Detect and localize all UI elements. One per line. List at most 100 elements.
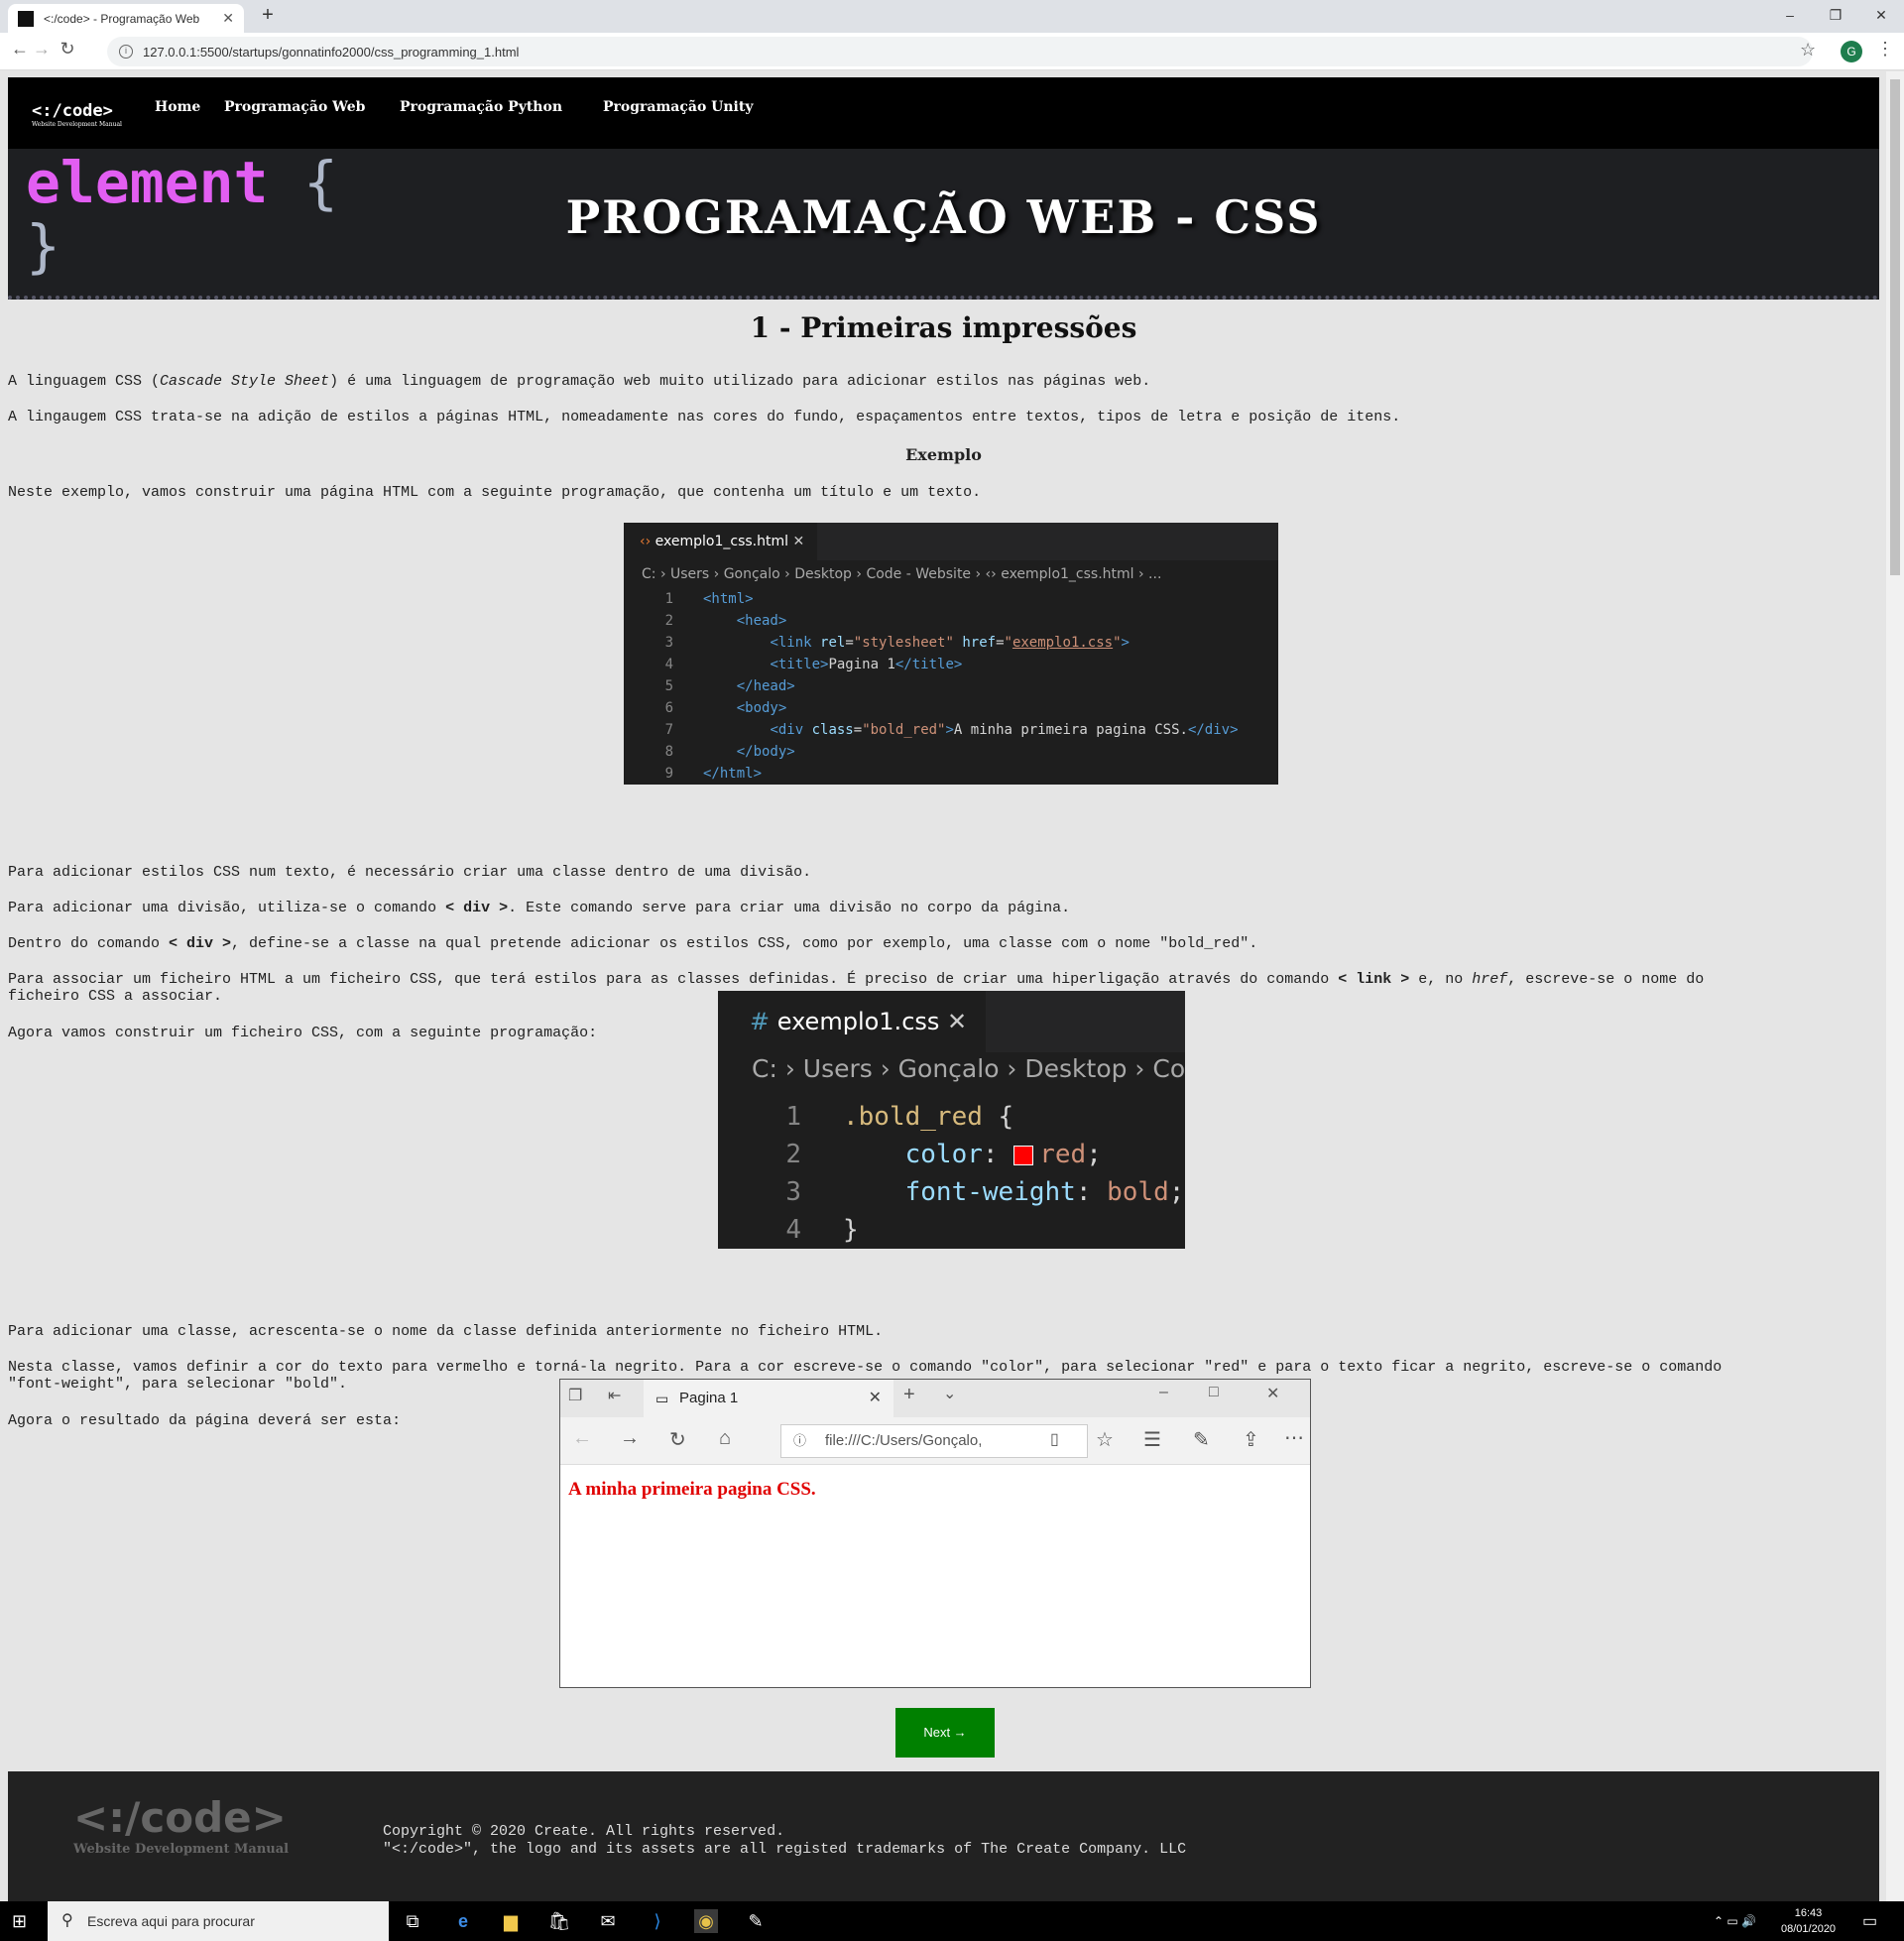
paragraph-1: A linguagem CSS (Cascade Style Sheet) é … bbox=[8, 373, 1151, 390]
next-button[interactable]: Next → bbox=[895, 1708, 995, 1758]
paragraph-5: Para adicionar uma divisão, utiliza-se o… bbox=[8, 900, 1071, 916]
paragraph-4: Para adicionar estilos CSS num texto, é … bbox=[8, 864, 812, 881]
search-placeholder: Escreva aqui para procurar bbox=[87, 1913, 255, 1929]
edge-tabstrip: ❐ ⇤ ▭ Pagina 1 ✕ + ⌄ – □ ✕ bbox=[560, 1380, 1310, 1417]
scrollbar-thumb[interactable] bbox=[1890, 79, 1900, 575]
edge-minimize-icon: – bbox=[1159, 1384, 1168, 1400]
edge-address-bar: ⓘ file:///C:/Users/Gonçalo, bbox=[780, 1424, 1088, 1458]
edge-share-icon: ⇪ bbox=[1243, 1429, 1259, 1451]
edge-close-icon: ✕ bbox=[1266, 1386, 1280, 1402]
window-controls: – ❐ ✕ bbox=[1767, 0, 1904, 33]
reload-icon[interactable]: ↻ bbox=[56, 39, 79, 60]
edge-back-icon: ← bbox=[572, 1427, 592, 1449]
clock-time: 16:43 bbox=[1794, 1907, 1823, 1919]
file-explorer-icon[interactable]: ▆ bbox=[499, 1909, 523, 1933]
profile-avatar[interactable]: G bbox=[1841, 41, 1862, 62]
paragraph-3: Neste exemplo, vamos construir uma págin… bbox=[8, 484, 982, 501]
code-breadcrumb: C: › Users › Gonçalo › Desktop › Code - … bbox=[642, 566, 1162, 582]
system-tray[interactable]: ⌃ ▭ 🔊 bbox=[1714, 1901, 1756, 1941]
tab-close-icon[interactable]: ✕ bbox=[222, 10, 234, 27]
mail-icon[interactable]: ✉ bbox=[596, 1909, 620, 1933]
browser-tab[interactable]: <:/code> - Programação Web ✕ bbox=[8, 4, 244, 33]
nav-programacao-python[interactable]: Programação Python bbox=[400, 99, 562, 115]
css-code-breadcrumb: C: › Users › Gonçalo › Desktop › Cod bbox=[752, 1054, 1185, 1083]
result-browser-screenshot: ❐ ⇤ ▭ Pagina 1 ✕ + ⌄ – □ ✕ ← → ↻ ⌂ ⓘ file:/… bbox=[559, 1379, 1311, 1688]
css-code-lines: 1 .bold_red { 2 color: red; 3 font-weight… bbox=[785, 1102, 1185, 1245]
url-text: 127.0.0.1:5500/startups/gonnatinfo2000/c… bbox=[143, 44, 520, 60]
edge-home-icon: ⌂ bbox=[719, 1427, 732, 1449]
site-logo[interactable]: <:/code> Website Development Manual bbox=[32, 101, 122, 128]
logo-text: <:/code> bbox=[32, 101, 113, 121]
page-viewport: <:/code> Website Development Manual Home… bbox=[0, 71, 1886, 1901]
browser-toolbar: ← → ↻ i 127.0.0.1:5500/startups/gonnatin… bbox=[0, 33, 1904, 70]
css-code-tab-bar: # exemplo1.css ✕ bbox=[718, 991, 1185, 1052]
footer-logo-subtitle: Website Development Manual bbox=[73, 1842, 290, 1857]
menu-kebab-icon[interactable]: ⋮ bbox=[1876, 39, 1894, 60]
bookmark-star-icon[interactable]: ☆ bbox=[1800, 40, 1816, 61]
code-tab: ‹› exemplo1_css.html ✕ bbox=[624, 523, 817, 560]
footer-logo: <:/code> Website Development Manual bbox=[73, 1793, 289, 1857]
page-scrollbar[interactable] bbox=[1886, 71, 1904, 1901]
nav-programacao-web[interactable]: Programação Web bbox=[224, 99, 365, 115]
app-icon[interactable]: ✎ bbox=[744, 1909, 768, 1933]
back-arrow-icon[interactable]: ← bbox=[8, 39, 32, 60]
notifications-icon[interactable]: ▭ bbox=[1862, 1911, 1877, 1931]
nav-programacao-unity[interactable]: Programação Unity bbox=[603, 99, 753, 115]
site-info-icon[interactable]: i bbox=[119, 45, 133, 59]
store-icon[interactable]: 🛍 bbox=[547, 1909, 571, 1933]
css-code-screenshot: # exemplo1.css ✕ C: › Users › Gonçalo › … bbox=[718, 991, 1185, 1249]
search-icon: ⚲ bbox=[61, 1912, 73, 1929]
paragraph-2: A lingaugem CSS trata-se na adição de es… bbox=[8, 409, 1401, 425]
example-heading: Exemplo bbox=[905, 445, 982, 464]
edge-refresh-icon: ↻ bbox=[669, 1429, 686, 1451]
new-tab-button[interactable]: + bbox=[256, 4, 280, 27]
nav-home[interactable]: Home bbox=[155, 99, 200, 115]
edge-favorite-star-icon: ☆ bbox=[1096, 1429, 1114, 1451]
taskbar-clock[interactable]: 16:43 08/01/2020 bbox=[1781, 1905, 1836, 1937]
restore-button[interactable]: ❐ bbox=[1813, 0, 1858, 33]
edge-reading-view-icon: ▯ bbox=[1050, 1431, 1059, 1448]
browser-tab-strip: <:/code> - Programação Web ✕ + – ❐ ✕ bbox=[0, 0, 1904, 33]
site-footer: <:/code> Website Development Manual Copy… bbox=[8, 1771, 1879, 1901]
edge-browser-icon[interactable]: e bbox=[451, 1909, 475, 1933]
edge-favorites-list-icon: ☰ bbox=[1143, 1429, 1161, 1451]
paragraph-9: Para adicionar uma classe, acrescenta-se… bbox=[8, 1323, 884, 1340]
code-tab-bar: ‹› exemplo1_css.html ✕ bbox=[624, 523, 1278, 560]
windows-start-icon[interactable]: ⊞ bbox=[12, 1911, 27, 1932]
vscode-icon[interactable]: ⟩ bbox=[646, 1909, 669, 1933]
article-heading: 1 - Primeiras impressões bbox=[750, 311, 1137, 344]
edge-pen-icon: ✎ bbox=[1193, 1429, 1210, 1451]
edge-new-tab-icon: + bbox=[903, 1384, 915, 1405]
site-favicon-icon bbox=[18, 10, 34, 27]
red-color-swatch bbox=[1013, 1145, 1034, 1165]
html-code-screenshot: ‹› exemplo1_css.html ✕ C: › Users › Gonç… bbox=[624, 523, 1278, 785]
footer-copyright: Copyright © 2020 Create. All rights rese… bbox=[383, 1823, 1187, 1858]
logo-subtitle: Website Development Manual bbox=[32, 121, 122, 128]
chrome-icon[interactable]: ◉ bbox=[694, 1909, 718, 1933]
tab-preview-icon: ⇤ bbox=[608, 1388, 622, 1404]
windows-taskbar: ⊞ ⚲ Escreva aqui para procurar ⧉ e ▆ 🛍 ✉… bbox=[0, 1901, 1904, 1941]
edge-tab: ▭ Pagina 1 ✕ bbox=[644, 1380, 893, 1417]
paragraph-6: Dentro do comando < div >, define-se a c… bbox=[8, 935, 1258, 952]
edge-forward-icon: → bbox=[620, 1427, 640, 1449]
minimize-button[interactable]: – bbox=[1767, 0, 1813, 33]
css-code-tab: # exemplo1.css ✕ bbox=[718, 991, 986, 1052]
hero-title: PROGRAMAÇÃO WEB - CSS bbox=[565, 190, 1322, 244]
task-view-icon[interactable]: ⧉ bbox=[401, 1909, 424, 1933]
result-text: A minha primeira pagina CSS. bbox=[568, 1479, 816, 1500]
close-window-button[interactable]: ✕ bbox=[1858, 0, 1904, 33]
edge-chevron-down-icon: ⌄ bbox=[943, 1386, 957, 1402]
clock-date: 08/01/2020 bbox=[1781, 1923, 1837, 1935]
code-lines: 1 <html> 2 <head> 3 <link rel="stylesheet… bbox=[664, 591, 1239, 782]
address-bar[interactable]: i 127.0.0.1:5500/startups/gonnatinfo2000… bbox=[107, 37, 1813, 66]
edge-maximize-icon: □ bbox=[1209, 1384, 1219, 1400]
tab-set-aside-icon: ❐ bbox=[568, 1388, 583, 1404]
footer-logo-text: <:/code> bbox=[73, 1793, 287, 1842]
edge-more-icon: ⋯ bbox=[1284, 1427, 1304, 1449]
hero-banner: element { } PROGRAMAÇÃO WEB - CSS bbox=[8, 149, 1879, 300]
edge-toolbar: ← → ↻ ⌂ ⓘ file:///C:/Users/Gonçalo, ▯ ☆ ☰… bbox=[560, 1417, 1310, 1465]
forward-arrow-icon[interactable]: → bbox=[30, 39, 54, 60]
site-navbar: <:/code> Website Development Manual Home… bbox=[8, 77, 1879, 149]
tab-title: <:/code> - Programação Web bbox=[44, 11, 200, 26]
taskbar-search[interactable]: ⚲ Escreva aqui para procurar bbox=[48, 1901, 389, 1941]
